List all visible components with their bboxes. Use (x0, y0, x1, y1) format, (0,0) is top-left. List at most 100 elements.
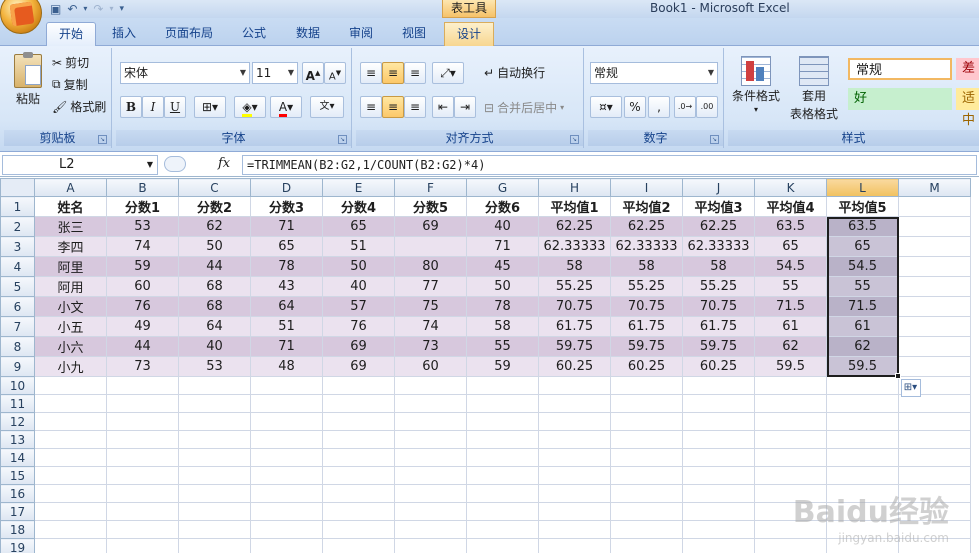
customize-qat-icon[interactable]: ▾ (120, 1, 125, 17)
tab-home[interactable]: 开始 (46, 22, 96, 46)
paste-button[interactable]: 粘贴 (14, 52, 42, 107)
row-header[interactable]: 14 (0, 448, 35, 467)
grid-cell[interactable]: 55.25 (682, 276, 755, 297)
grid-cell[interactable] (322, 538, 395, 553)
increase-font-icon[interactable]: A▲ (302, 62, 324, 84)
row-header[interactable]: 19 (0, 538, 35, 553)
grid-cell[interactable] (898, 216, 971, 237)
header-cell[interactable]: 分数6 (466, 196, 539, 217)
grid-cell[interactable] (898, 256, 971, 277)
grid-cell[interactable]: 60 (106, 276, 179, 297)
grid-cell[interactable]: 76 (322, 316, 395, 337)
cut-button[interactable]: ✂ 剪切 (52, 54, 89, 71)
grid-cell[interactable] (898, 394, 971, 413)
grid-cell[interactable] (34, 538, 107, 553)
column-header-h[interactable]: H (538, 178, 611, 197)
borders-icon[interactable]: ⊞▾ (194, 96, 226, 118)
grid-cell[interactable] (826, 466, 899, 485)
grid-cell[interactable]: 69 (322, 336, 395, 357)
grid-cell[interactable]: 59.75 (682, 336, 755, 357)
grid-cell[interactable] (106, 394, 179, 413)
grid-cell[interactable] (466, 412, 539, 431)
grid-cell[interactable]: 58 (466, 316, 539, 337)
grid-cell[interactable]: 51 (250, 316, 323, 337)
row-header[interactable]: 5 (0, 276, 35, 297)
grid-cell[interactable]: 64 (250, 296, 323, 317)
increase-decimal-icon[interactable]: .0→ (674, 96, 696, 118)
grid-cell[interactable] (394, 430, 467, 449)
conditional-format-button[interactable]: 条件格式 ▾ (732, 56, 780, 114)
name-box[interactable]: L2 ▼ (2, 155, 158, 175)
grid-cell[interactable]: 70.75 (682, 296, 755, 317)
grid-cell[interactable] (682, 520, 755, 539)
grid-cell[interactable]: 50 (466, 276, 539, 297)
grid-cell[interactable] (250, 448, 323, 467)
grid-cell[interactable] (898, 356, 971, 377)
grid-cell[interactable]: 62 (178, 216, 251, 237)
grid-cell[interactable]: 48 (250, 356, 323, 377)
grid-cell[interactable]: 58 (610, 256, 683, 277)
grid-cell[interactable] (106, 412, 179, 431)
grid-cell[interactable] (466, 484, 539, 503)
grid-cell[interactable]: 61 (826, 316, 899, 337)
grid-cell[interactable] (178, 394, 251, 413)
grid-cell[interactable] (178, 538, 251, 553)
grid-cell[interactable] (106, 502, 179, 521)
grid-cell[interactable] (394, 412, 467, 431)
phonetic-icon[interactable]: 文▾ (310, 96, 344, 118)
grid-cell[interactable] (682, 430, 755, 449)
column-header-m[interactable]: M (898, 178, 971, 197)
column-header-e[interactable]: E (322, 178, 395, 197)
grid-cell[interactable]: 59 (106, 256, 179, 277)
grid-cell[interactable] (898, 412, 971, 431)
grid-cell[interactable] (34, 502, 107, 521)
tab-insert[interactable]: 插入 (104, 22, 144, 46)
grid-cell[interactable]: 62.25 (538, 216, 611, 237)
formula-input[interactable]: =TRIMMEAN(B2:G2,1/COUNT(B2:G2)*4) (242, 155, 977, 175)
grid-cell[interactable] (394, 538, 467, 553)
grid-cell[interactable] (610, 376, 683, 395)
grid-cell[interactable] (322, 412, 395, 431)
grid-cell[interactable]: 62 (826, 336, 899, 357)
merge-center-button[interactable]: ⊟ 合并后居中 ▾ (484, 99, 564, 116)
align-middle-icon[interactable]: ≡ (382, 62, 404, 84)
grid-cell[interactable] (466, 448, 539, 467)
grid-cell[interactable] (826, 376, 899, 395)
style-good[interactable]: 好 (848, 88, 952, 110)
grid-cell[interactable]: 55.25 (538, 276, 611, 297)
grid-cell[interactable] (394, 448, 467, 467)
row-header[interactable]: 17 (0, 502, 35, 521)
grid-cell[interactable]: 65 (826, 236, 899, 257)
column-header-a[interactable]: A (34, 178, 107, 197)
grid-cell[interactable] (682, 394, 755, 413)
grid-cell[interactable] (322, 466, 395, 485)
grid-cell[interactable]: 58 (538, 256, 611, 277)
grid-cell[interactable] (322, 430, 395, 449)
grid-cell[interactable] (178, 466, 251, 485)
decrease-decimal-icon[interactable]: .00 (696, 96, 718, 118)
grid-cell[interactable] (322, 484, 395, 503)
grid-cell[interactable]: 51 (322, 236, 395, 257)
grid-cell[interactable]: 40 (466, 216, 539, 237)
undo-icon[interactable]: ↶ (67, 1, 77, 17)
grid-cell[interactable] (178, 520, 251, 539)
grid-cell[interactable] (322, 376, 395, 395)
column-header-i[interactable]: I (610, 178, 683, 197)
grid-cell[interactable] (250, 502, 323, 521)
grid-cell[interactable]: 60.25 (682, 356, 755, 377)
grid-cell[interactable] (466, 502, 539, 521)
row-header[interactable]: 7 (0, 316, 35, 337)
grid-cell[interactable] (538, 412, 611, 431)
grid-cell[interactable] (106, 448, 179, 467)
grid-cell[interactable]: 张三 (34, 216, 107, 237)
select-all-corner[interactable] (0, 178, 35, 197)
header-cell[interactable]: 平均值5 (826, 196, 899, 217)
grid-cell[interactable] (754, 448, 827, 467)
grid-cell[interactable]: 53 (178, 356, 251, 377)
grid-cell[interactable]: 71 (466, 236, 539, 257)
grid-cell[interactable] (898, 430, 971, 449)
grid-cell[interactable] (178, 484, 251, 503)
grid-cell[interactable]: 43 (250, 276, 323, 297)
grid-cell[interactable] (106, 484, 179, 503)
header-cell[interactable]: 平均值2 (610, 196, 683, 217)
